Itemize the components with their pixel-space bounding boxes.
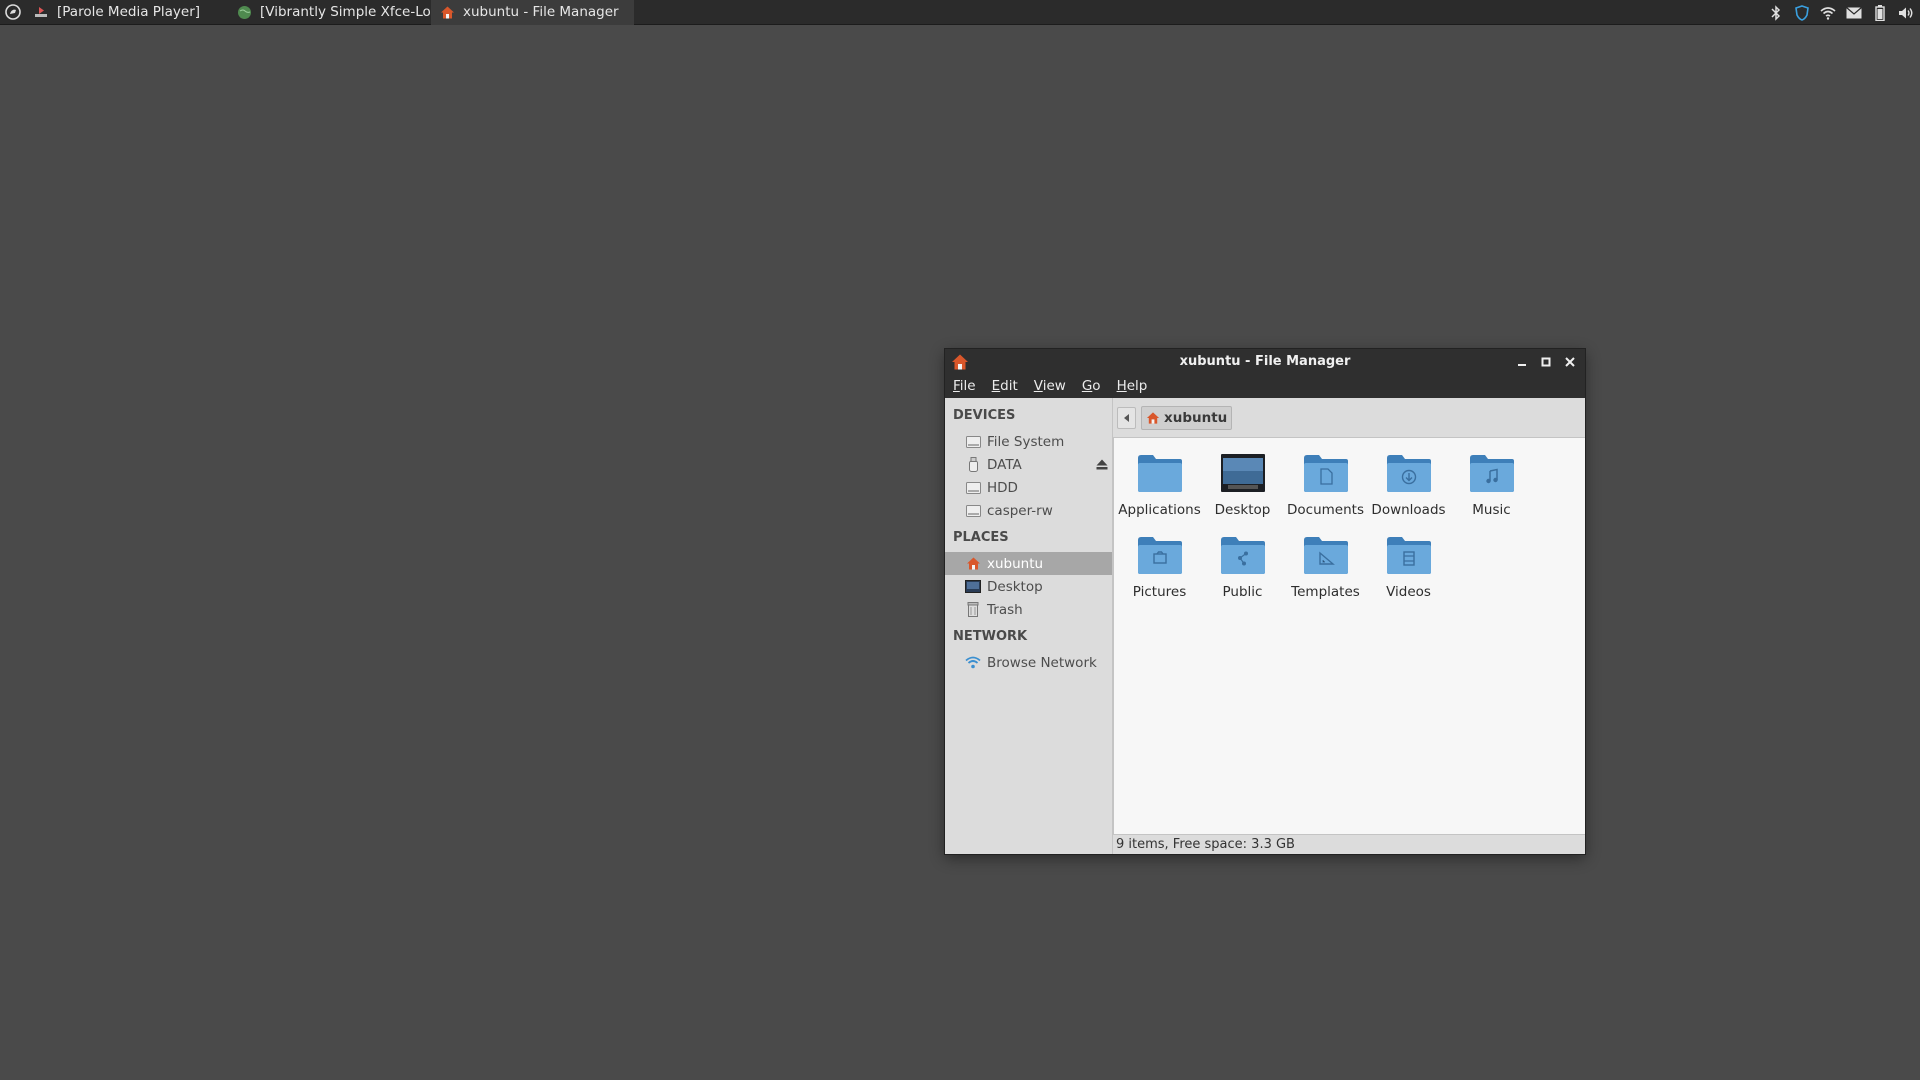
- sidebar-item-casper-rw[interactable]: casper-rw: [945, 499, 1112, 522]
- menu-go[interactable]: Go: [1082, 378, 1109, 394]
- public-folder-icon: [1220, 537, 1265, 574]
- menu-file[interactable]: File: [953, 378, 984, 394]
- places-header: PLACES: [953, 530, 1009, 545]
- task-label: xubuntu - File Manager: [463, 4, 619, 20]
- pictures-folder-icon: [1137, 537, 1182, 574]
- sidebar-item-browse-network[interactable]: Browse Network: [945, 651, 1112, 674]
- folder-pictures[interactable]: Pictures: [1118, 532, 1201, 600]
- desktop-icon: [965, 579, 981, 595]
- network-wifi-icon: [965, 655, 981, 671]
- sidebar-item-data[interactable]: DATA: [945, 453, 1112, 476]
- battery-icon[interactable]: [1872, 4, 1888, 21]
- folder-desktop[interactable]: Desktop: [1201, 450, 1284, 518]
- folder-public[interactable]: Public: [1201, 532, 1284, 600]
- drive-icon: [965, 434, 981, 450]
- task-file-manager[interactable]: xubuntu - File Manager: [431, 0, 634, 25]
- templates-folder-icon: [1303, 537, 1348, 574]
- minimize-icon: [1518, 363, 1526, 366]
- path-button-xubuntu[interactable]: xubuntu: [1141, 405, 1233, 430]
- volume-icon[interactable]: [1898, 5, 1914, 21]
- xfce-logo-icon: [4, 4, 21, 20]
- media-player-icon: [33, 4, 49, 20]
- task-parole-media-player[interactable]: [Parole Media Player]: [25, 0, 228, 25]
- drive-icon: [965, 503, 981, 519]
- sidebar: DEVICES File System DATA HDD casper-rw P…: [945, 398, 1113, 854]
- whisker-menu-button[interactable]: [0, 0, 25, 25]
- system-tray: [1768, 0, 1914, 25]
- sidebar-item-hdd[interactable]: HDD: [945, 476, 1112, 499]
- eject-icon[interactable]: [1096, 458, 1108, 474]
- trash-icon: [965, 602, 981, 618]
- menu-help[interactable]: Help: [1117, 378, 1156, 394]
- music-folder-icon: [1469, 455, 1514, 492]
- task-browser[interactable]: [Vibrantly Simple Xfce-Loo...: [228, 0, 431, 25]
- minimize-button[interactable]: [1515, 355, 1529, 369]
- desktop-folder-icon: [1220, 454, 1265, 492]
- drive-icon: [965, 480, 981, 496]
- folder-downloads[interactable]: Downloads: [1367, 450, 1450, 518]
- sidebar-item-file-system[interactable]: File System: [945, 430, 1112, 453]
- sidebar-item-xubuntu[interactable]: xubuntu: [945, 552, 1112, 575]
- wifi-icon[interactable]: [1820, 5, 1836, 21]
- sidebar-item-desktop[interactable]: Desktop: [945, 575, 1112, 598]
- task-label: [Vibrantly Simple Xfce-Loo...: [260, 4, 431, 20]
- folder-icon: [1137, 455, 1182, 492]
- window-title: xubuntu - File Manager: [1179, 354, 1351, 369]
- maximize-icon: [1541, 357, 1551, 366]
- folder-music[interactable]: Music: [1450, 450, 1533, 518]
- devices-header: DEVICES: [953, 408, 1016, 423]
- browser-globe-icon: [236, 4, 252, 20]
- file-manager-window: xubuntu - File Manager File Edit View Go…: [945, 349, 1585, 854]
- folder-templates[interactable]: Templates: [1284, 532, 1367, 600]
- bluetooth-icon[interactable]: [1768, 4, 1784, 21]
- home-folder-icon: [439, 4, 455, 20]
- path-bar: xubuntu: [1113, 398, 1585, 438]
- documents-folder-icon: [1303, 455, 1348, 492]
- close-icon: [1565, 356, 1575, 367]
- usb-drive-icon: [965, 457, 981, 473]
- close-button[interactable]: [1563, 355, 1577, 369]
- top-panel: [Parole Media Player] [Vibrantly Simple …: [0, 0, 1920, 25]
- menu-view[interactable]: View: [1034, 378, 1074, 394]
- network-header: NETWORK: [953, 629, 1028, 644]
- home-folder-icon[interactable]: [951, 353, 969, 371]
- maximize-button[interactable]: [1539, 355, 1553, 369]
- menu-bar: File Edit View Go Help: [945, 374, 1585, 398]
- status-text: 9 items, Free space: 3.3 GB: [1116, 837, 1295, 852]
- icon-view[interactable]: Applications Desktop Documents Downloads…: [1113, 438, 1585, 834]
- home-icon: [1146, 411, 1160, 424]
- tasklist: [Parole Media Player] [Vibrantly Simple …: [25, 0, 634, 25]
- sidebar-item-trash[interactable]: Trash: [945, 598, 1112, 621]
- status-bar: 9 items, Free space: 3.3 GB: [1113, 834, 1585, 854]
- home-icon: [965, 556, 981, 572]
- menu-edit[interactable]: Edit: [992, 378, 1026, 394]
- path-back-button[interactable]: [1117, 406, 1136, 429]
- chevron-left-icon: [1123, 413, 1129, 422]
- downloads-folder-icon: [1386, 455, 1431, 492]
- folder-documents[interactable]: Documents: [1284, 450, 1367, 518]
- folder-videos[interactable]: Videos: [1367, 532, 1450, 600]
- main-pane: xubuntu Applications Desktop Documents D…: [1113, 398, 1585, 854]
- window-titlebar[interactable]: xubuntu - File Manager: [945, 349, 1585, 374]
- update-shield-icon[interactable]: [1794, 4, 1810, 21]
- task-label: [Parole Media Player]: [57, 4, 201, 20]
- mail-icon[interactable]: [1846, 5, 1862, 21]
- videos-folder-icon: [1386, 537, 1431, 574]
- folder-applications[interactable]: Applications: [1118, 450, 1201, 518]
